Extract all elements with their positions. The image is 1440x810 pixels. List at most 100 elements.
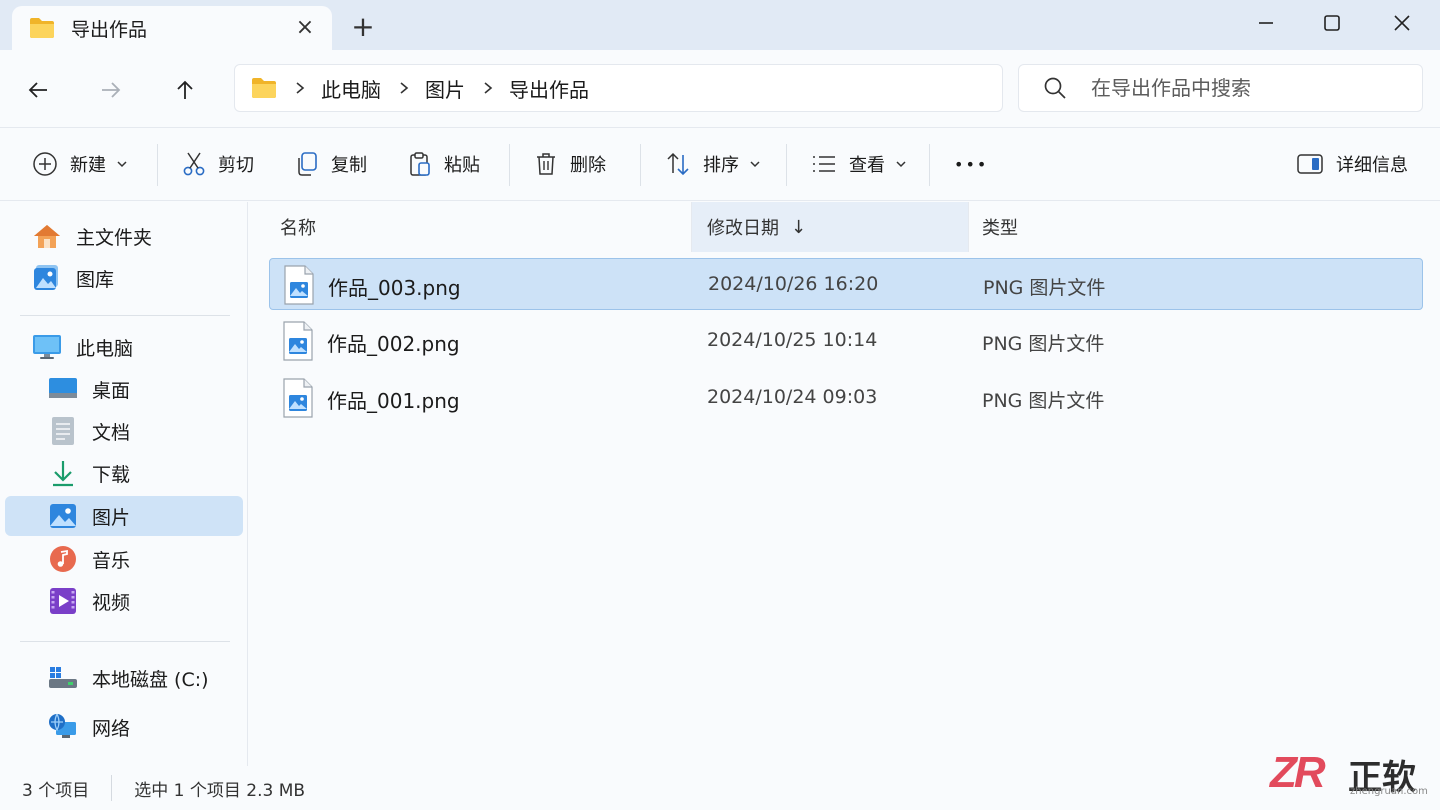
sidebar-item-desktop[interactable]: 桌面: [48, 369, 232, 409]
view-button[interactable]: 查看: [811, 146, 907, 182]
sidebar-label: 网络: [92, 717, 131, 740]
divider: [111, 775, 113, 801]
file-row[interactable]: 作品_001.png 2024/10/24 09:03 PNG 图片文件: [269, 372, 1423, 424]
column-header-type[interactable]: 类型: [969, 202, 1269, 252]
arrow-up-icon: [177, 80, 193, 99]
minimize-button[interactable]: [1246, 8, 1286, 38]
divider: [157, 144, 158, 186]
arrow-right-icon: [102, 82, 121, 98]
chevron-right-icon: [295, 81, 305, 95]
sidebar-label: 下载: [92, 463, 131, 486]
tab-close-button[interactable]: ×: [292, 15, 318, 41]
network-icon: [48, 712, 78, 742]
sidebar-item-music[interactable]: 音乐: [48, 539, 232, 579]
selection-info: 选中 1 个项目 2.3 MB: [134, 780, 306, 801]
sidebar-label: 图片: [92, 506, 131, 529]
divider: [20, 641, 230, 642]
sidebar-item-videos[interactable]: 视频: [48, 581, 232, 621]
trash-icon: [537, 153, 555, 175]
sidebar-item-gallery[interactable]: 图库: [32, 258, 232, 298]
column-type-label: 类型: [982, 218, 1018, 239]
new-label: 新建: [70, 155, 106, 176]
copy-label: 复制: [331, 155, 367, 176]
sidebar-item-downloads[interactable]: 下载: [48, 453, 232, 493]
chevron-right-icon: [483, 81, 493, 95]
search-input[interactable]: [1091, 76, 1391, 100]
back-button[interactable]: [20, 72, 56, 108]
desktop-icon: [48, 374, 78, 404]
paste-label: 粘贴: [444, 155, 480, 176]
item-count: 3 个项目: [22, 780, 90, 801]
sidebar-label: 主文件夹: [76, 226, 153, 249]
file-name: 作品_001.png: [327, 389, 460, 413]
image-file-icon: [284, 265, 314, 305]
column-header-name[interactable]: 名称: [270, 202, 690, 252]
sidebar-label: 视频: [92, 591, 131, 614]
maximize-icon: [1324, 15, 1340, 31]
command-bar: 新建 剪切 复制 粘贴 删除 排序 查看 ••• 详细信息: [0, 127, 1440, 201]
sidebar-item-home[interactable]: 主文件夹: [32, 216, 232, 256]
sidebar-item-documents[interactable]: 文档: [48, 411, 232, 451]
sidebar-item-this-pc[interactable]: 此电脑: [32, 327, 232, 367]
close-icon: [1394, 15, 1410, 31]
file-date: 2024/10/24 09:03: [707, 386, 878, 408]
chevron-down-icon: [895, 160, 907, 168]
clipboard-icon: [410, 152, 430, 176]
more-options-button[interactable]: •••: [954, 146, 988, 182]
sidebar-item-local-disk[interactable]: 本地磁盘 (C:): [48, 658, 232, 698]
folder-icon: [252, 78, 276, 98]
sidebar-item-pictures[interactable]: 图片: [5, 496, 243, 536]
sidebar-item-network[interactable]: 网络: [48, 707, 232, 747]
divider: [20, 315, 230, 316]
cut-button[interactable]: 剪切: [182, 146, 254, 182]
forward-button[interactable]: [93, 72, 129, 108]
file-row[interactable]: 作品_002.png 2024/10/25 10:14 PNG 图片文件: [269, 315, 1423, 367]
status-bar: 3 个项目 选中 1 个项目 2.3 MB: [0, 766, 1440, 810]
address-bar[interactable]: 此电脑 图片 导出作品: [234, 64, 1003, 112]
file-row[interactable]: 作品_003.png 2024/10/26 16:20 PNG 图片文件: [269, 258, 1423, 310]
sidebar-label: 本地磁盘 (C:): [92, 668, 209, 691]
delete-button[interactable]: 删除: [534, 146, 606, 182]
sidebar-label: 音乐: [92, 549, 131, 572]
details-pane-button[interactable]: 详细信息: [1296, 146, 1408, 182]
new-button[interactable]: 新建: [32, 146, 128, 182]
gallery-icon: [32, 263, 62, 293]
search-box[interactable]: [1018, 64, 1423, 112]
plus-circle-icon: [33, 152, 57, 176]
pictures-icon: [48, 501, 78, 531]
new-tab-button[interactable]: +: [350, 13, 376, 41]
column-name-label: 名称: [280, 218, 316, 239]
copy-button[interactable]: 复制: [295, 146, 367, 182]
view-label: 查看: [849, 155, 885, 176]
music-icon: [48, 544, 78, 574]
chevron-right-icon: [399, 81, 409, 95]
delete-label: 删除: [570, 155, 606, 176]
watermark-url: zhengruan.com: [1350, 786, 1428, 797]
file-type: PNG 图片文件: [983, 277, 1106, 299]
image-file-icon: [283, 378, 313, 418]
up-button[interactable]: [167, 72, 203, 108]
sidebar-label: 图库: [76, 268, 115, 291]
sidebar-label: 文档: [92, 421, 131, 444]
sort-icon: [667, 152, 689, 176]
sidebar-label: 此电脑: [76, 337, 134, 360]
divider: [509, 144, 510, 186]
tab-export-works[interactable]: 导出作品 ×: [12, 6, 332, 50]
video-icon: [48, 586, 78, 616]
close-window-button[interactable]: [1382, 8, 1422, 38]
chevron-down-icon: [749, 160, 761, 168]
sort-descending-icon: ↓: [791, 216, 807, 238]
download-icon: [48, 458, 78, 488]
image-file-icon: [283, 321, 313, 361]
copy-icon: [298, 152, 317, 176]
home-icon: [32, 221, 62, 251]
sort-button[interactable]: 排序: [665, 146, 761, 182]
maximize-button[interactable]: [1312, 8, 1352, 38]
paste-button[interactable]: 粘贴: [408, 146, 480, 182]
chevron-down-icon: [116, 160, 128, 168]
breadcrumb-pictures[interactable]: 图片: [425, 74, 465, 103]
breadcrumb-export-works[interactable]: 导出作品: [509, 74, 589, 103]
column-header-modified[interactable]: 修改日期 ↓: [692, 202, 968, 252]
more-icon: •••: [954, 154, 989, 174]
breadcrumb-this-pc[interactable]: 此电脑: [321, 74, 381, 103]
